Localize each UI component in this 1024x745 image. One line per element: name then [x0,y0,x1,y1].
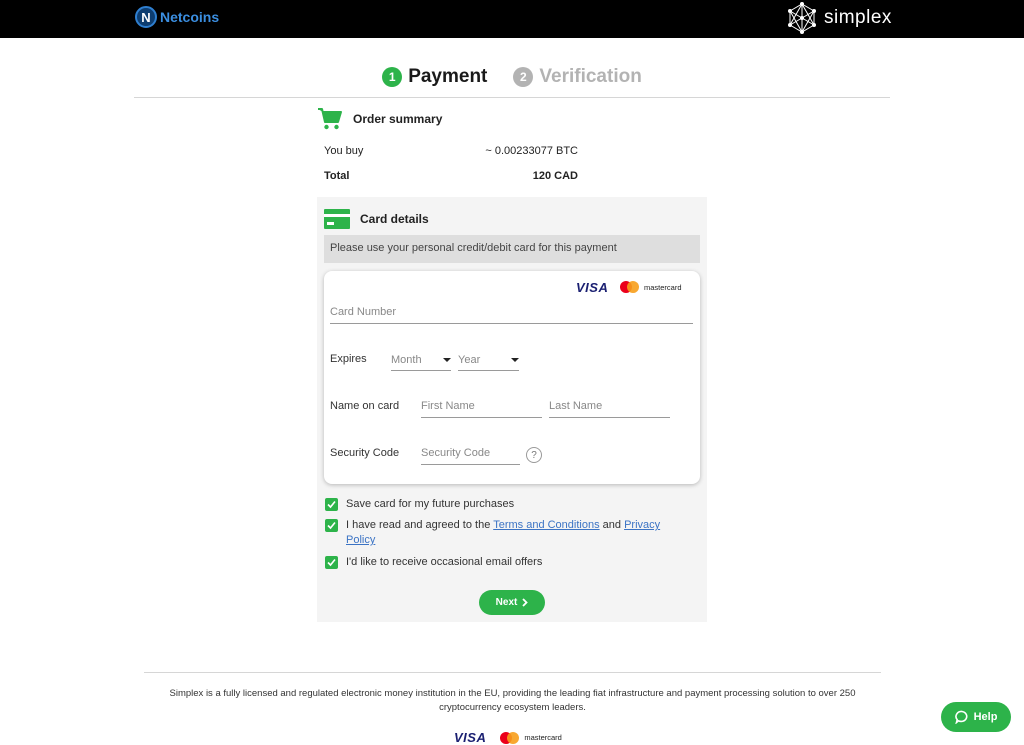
card-details-panel: Card details Please use your personal cr… [317,197,707,622]
expires-label: Expires [330,353,367,365]
step-label-payment: Payment [408,66,488,87]
month-select[interactable]: Month [391,353,451,371]
email-offers-checkbox-row[interactable]: I'd like to receive occasional email off… [325,555,542,570]
name-on-card-label: Name on card [330,400,400,412]
help-button-label: Help [973,711,998,723]
terms-mid-text: and [599,519,625,531]
terms-checkbox-row[interactable]: I have read and agreed to the Terms and … [325,518,685,548]
step-payment: 1 Payment [382,66,487,88]
order-summary-header: Order summary [317,105,707,133]
footer-mastercard-logo: mastercard [500,731,562,744]
total-value: 120 CAD [532,170,578,182]
mastercard-circles-icon [620,281,640,293]
top-bar: N Netcoins simplex [0,0,1024,38]
simplex-logo-text: simplex [824,7,892,28]
step-number-2: 2 [513,67,534,87]
checkmark-icon [327,500,336,509]
security-code-label: Security Code [330,447,400,459]
privacy-policy-link[interactable]: Privacy [624,519,660,531]
card-form: VISA mastercard Expires Month Year Name … [324,271,700,484]
terms-prefix-text: I have read and agreed to the [346,519,494,531]
you-buy-value: ~ 0.00233077 BTC [485,145,578,157]
chat-bubble-icon [954,710,968,724]
card-number-input[interactable] [330,306,693,318]
netcoins-logo-icon: N [135,6,157,28]
header-divider [134,97,890,98]
last-name-field[interactable] [549,400,670,418]
mastercard-logo-text: mastercard [644,282,682,292]
order-summary-title: Order summary [353,112,443,126]
mastercard-circles-icon [500,731,520,744]
security-code-help-icon[interactable]: ? [526,447,542,463]
last-name-input[interactable] [549,400,670,412]
simplex-network-icon [788,2,816,34]
visa-logo: VISA [576,280,608,295]
terms-and-conditions-link[interactable]: Terms and Conditions [493,519,599,531]
card-details-title: Card details [360,212,429,226]
save-card-checkbox[interactable] [325,498,338,511]
footer-divider [144,672,881,673]
email-offers-label: I'd like to receive occasional email off… [346,556,543,568]
checkmark-icon [327,521,336,530]
save-card-label: Save card for my future purchases [346,498,515,510]
mastercard-logo: mastercard [620,281,682,293]
credit-card-icon [324,209,350,229]
footer-visa-logo: VISA [454,730,487,745]
step-indicator: 1 Payment 2 Verification [0,66,1024,88]
email-offers-checkbox[interactable] [325,556,338,569]
month-select-value: Month [391,353,422,366]
card-number-field[interactable] [330,306,693,324]
privacy-policy-link-cont[interactable]: Policy [346,534,375,546]
terms-label: I have read and agreed to the Terms and … [346,518,660,548]
next-button-label: Next [495,597,518,608]
simplex-logo[interactable]: simplex [786,2,892,34]
shopping-cart-icon [318,108,342,130]
personal-card-notice: Please use your personal credit/debit ca… [324,235,700,263]
step-label-verification: Verification [539,66,642,87]
terms-checkbox[interactable] [325,519,338,532]
step-verification: 2 Verification [513,66,642,88]
next-button[interactable]: Next [479,590,545,615]
year-select-value: Year [458,353,481,366]
chevron-down-icon [443,357,451,362]
security-code-input[interactable] [421,447,520,459]
order-summary: Order summary You buy ~ 0.00233077 BTC T… [317,105,707,182]
chevron-right-icon [522,598,529,607]
footer-payment-brands: VISA mastercard [454,730,562,745]
checkmark-icon [327,558,336,567]
card-details-header: Card details [324,209,429,229]
first-name-input[interactable] [421,400,542,412]
netcoins-logo[interactable]: N Netcoins [135,6,219,28]
chevron-down-icon [511,357,519,362]
footer-disclaimer: Simplex is a fully licensed and regulate… [169,688,856,713]
security-code-field[interactable] [421,447,520,465]
visa-logo-text: VISA [576,280,609,295]
first-name-field[interactable] [421,400,542,418]
netcoins-logo-text: Netcoins [160,9,220,25]
step-number-1: 1 [382,67,403,87]
year-select[interactable]: Year [458,353,519,371]
help-button[interactable]: Help [941,702,1011,732]
save-card-checkbox-row[interactable]: Save card for my future purchases [325,497,514,512]
